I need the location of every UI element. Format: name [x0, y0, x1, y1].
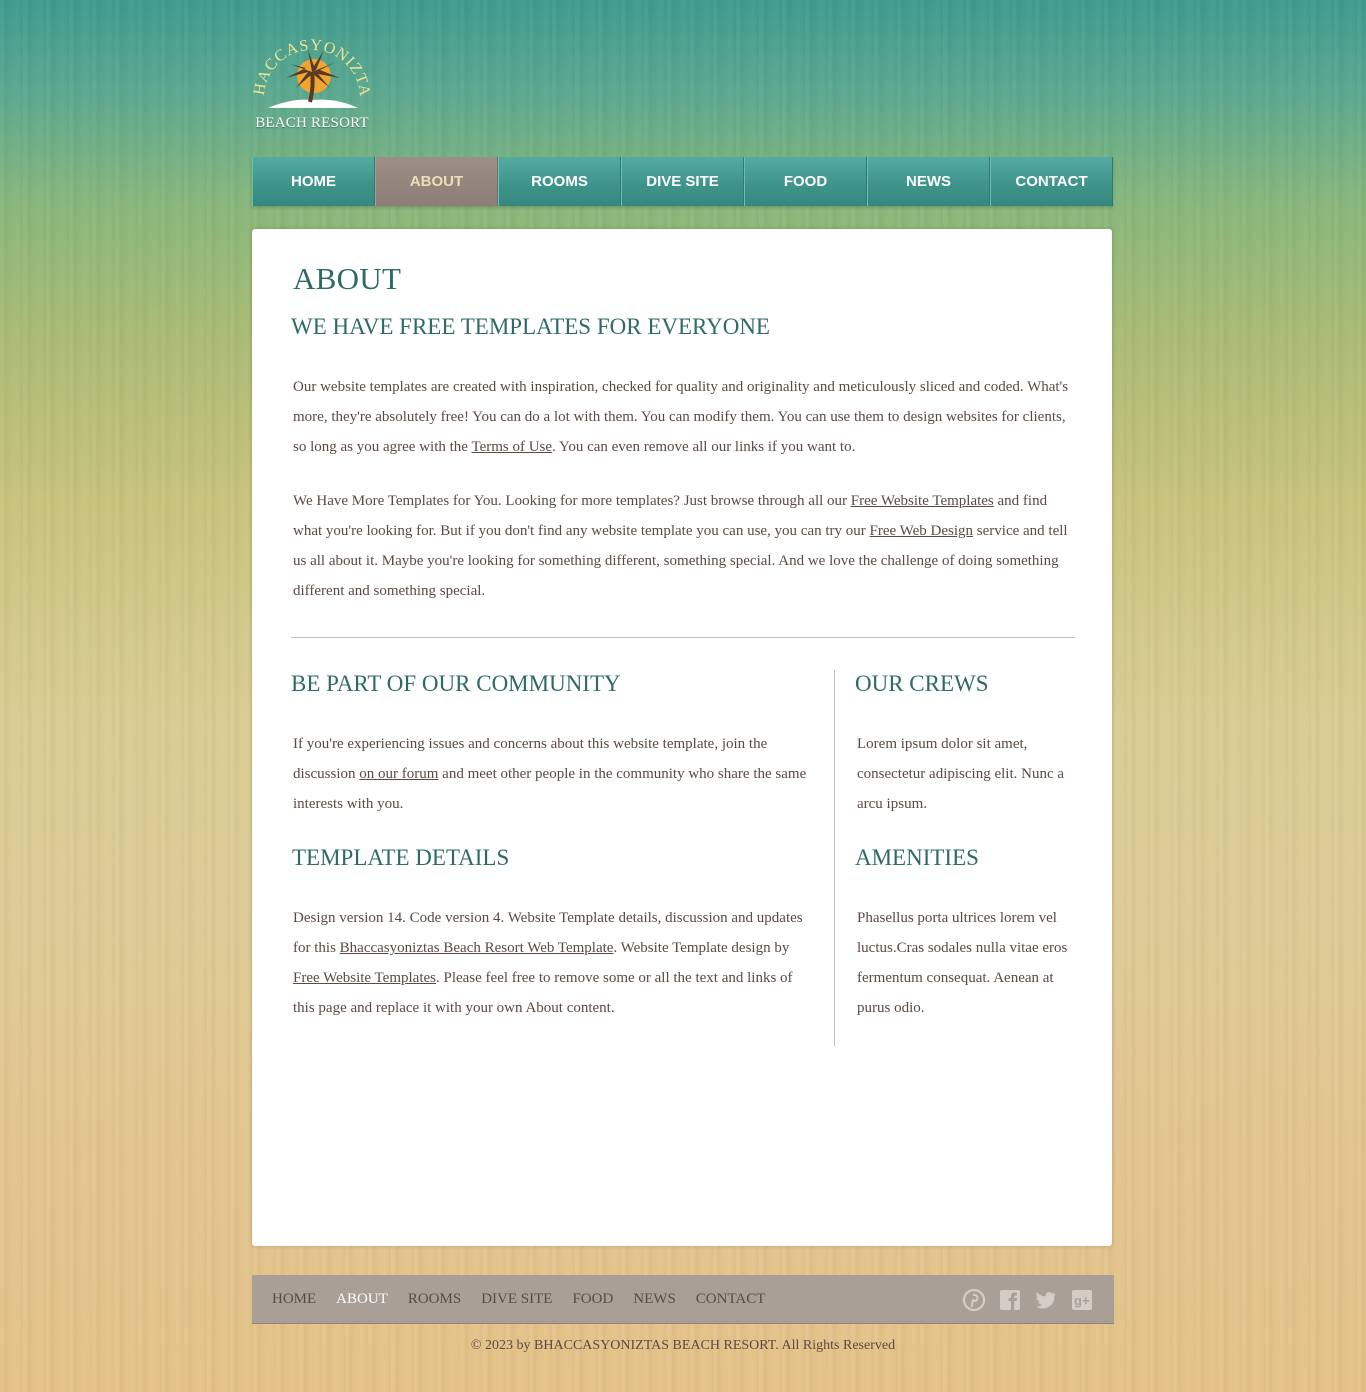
svg-text:g+: g+ [1074, 1293, 1090, 1308]
intro-paragraph-1: Our website templates are created with i… [293, 372, 1078, 462]
intro-heading: WE HAVE FREE TEMPLATES FOR EVERYONE [291, 314, 770, 339]
google-plus-icon[interactable]: g+ [1070, 1288, 1094, 1312]
free-website-templates-link[interactable]: Free Website Templates [851, 493, 994, 509]
nav-item-news[interactable]: NEWS [867, 157, 990, 206]
terms-of-use-link[interactable]: Terms of Use [471, 439, 552, 455]
free-web-design-link[interactable]: Free Web Design [870, 523, 974, 539]
twitter-icon[interactable] [1034, 1288, 1058, 1312]
free-website-templates-link-2[interactable]: Free Website Templates [293, 970, 436, 986]
copyright: © 2023 by BHACCASYONIZTAS BEACH RESORT. … [470, 1338, 896, 1353]
intro-paragraph-2: We Have More Templates for You. Looking … [293, 486, 1078, 606]
facebook-icon[interactable] [998, 1288, 1022, 1312]
footer-link-food[interactable]: FOOD [572, 1291, 613, 1308]
intro-p1-text-end: . You can even remove all our links if y… [552, 439, 856, 455]
details-text-middle: . Website Template design by [613, 940, 790, 956]
footer-nav: HOME ABOUT ROOMS DIVE SITE FOOD NEWS CONTACT [272, 1275, 785, 1323]
community-paragraph: If you're experiencing issues and concer… [293, 729, 813, 819]
footer-bar: HOME ABOUT ROOMS DIVE SITE FOOD NEWS CONTACT g… [252, 1275, 1114, 1324]
content-panel: ABOUT WE HAVE FREE TEMPLATES FOR EVERYON… [252, 229, 1112, 1246]
nav-item-food[interactable]: FOOD [744, 157, 867, 206]
footer-link-about[interactable]: ABOUT [336, 1291, 388, 1308]
social-links: g+ [950, 1288, 1094, 1312]
nav-item-home[interactable]: HOME [252, 157, 375, 206]
pinterest-icon[interactable] [962, 1288, 986, 1312]
logo-subtitle: BEACH RESORT [255, 115, 369, 131]
template-details-heading: TEMPLATE DETAILS [292, 845, 510, 870]
footer-link-rooms[interactable]: ROOMS [408, 1291, 461, 1308]
template-link[interactable]: Bhaccasyoniztas Beach Resort Web Templat… [340, 940, 614, 956]
page-title: ABOUT [293, 261, 402, 296]
amenities-paragraph: Phasellus porta ultrices lorem vel luctu… [857, 910, 1068, 1016]
intro-p2-text: We Have More Templates for You. Looking … [293, 493, 851, 509]
main-nav: HOME ABOUT ROOMS DIVE SITE FOOD NEWS CONTACT [252, 157, 1113, 206]
palm-tree-logo-icon: BHACCASYONIZTAS [252, 20, 372, 108]
page: BHACCASYONIZTAS BEACH RESORT HOMEABOUTRO… [0, 0, 1366, 1392]
footer-link-home[interactable]: HOME [272, 1291, 316, 1308]
footer-link-contact[interactable]: CONTACT [696, 1291, 766, 1308]
nav-item-about[interactable]: ABOUT [375, 157, 498, 206]
nav-item-dive-site[interactable]: DIVE SITE [621, 157, 744, 206]
logo[interactable]: BHACCASYONIZTAS BEACH RESORT [252, 20, 372, 135]
amenities-heading: AMENITIES [855, 845, 979, 870]
nav-item-contact[interactable]: CONTACT [990, 157, 1113, 206]
footer-link-dive-site[interactable]: DIVE SITE [481, 1291, 552, 1308]
crews-heading: OUR CREWS [855, 671, 989, 696]
nav-item-rooms[interactable]: ROOMS [498, 157, 621, 206]
vertical-divider [834, 670, 835, 1046]
footer-link-news[interactable]: NEWS [633, 1291, 676, 1308]
horizontal-divider [291, 637, 1075, 638]
forum-link[interactable]: on our forum [359, 766, 438, 782]
crews-paragraph: Lorem ipsum dolor sit amet, consectetur … [857, 736, 1065, 812]
template-details-paragraph: Design version 14. Code version 4. Websi… [293, 903, 813, 1023]
community-heading: BE PART OF OUR COMMUNITY [291, 671, 621, 696]
